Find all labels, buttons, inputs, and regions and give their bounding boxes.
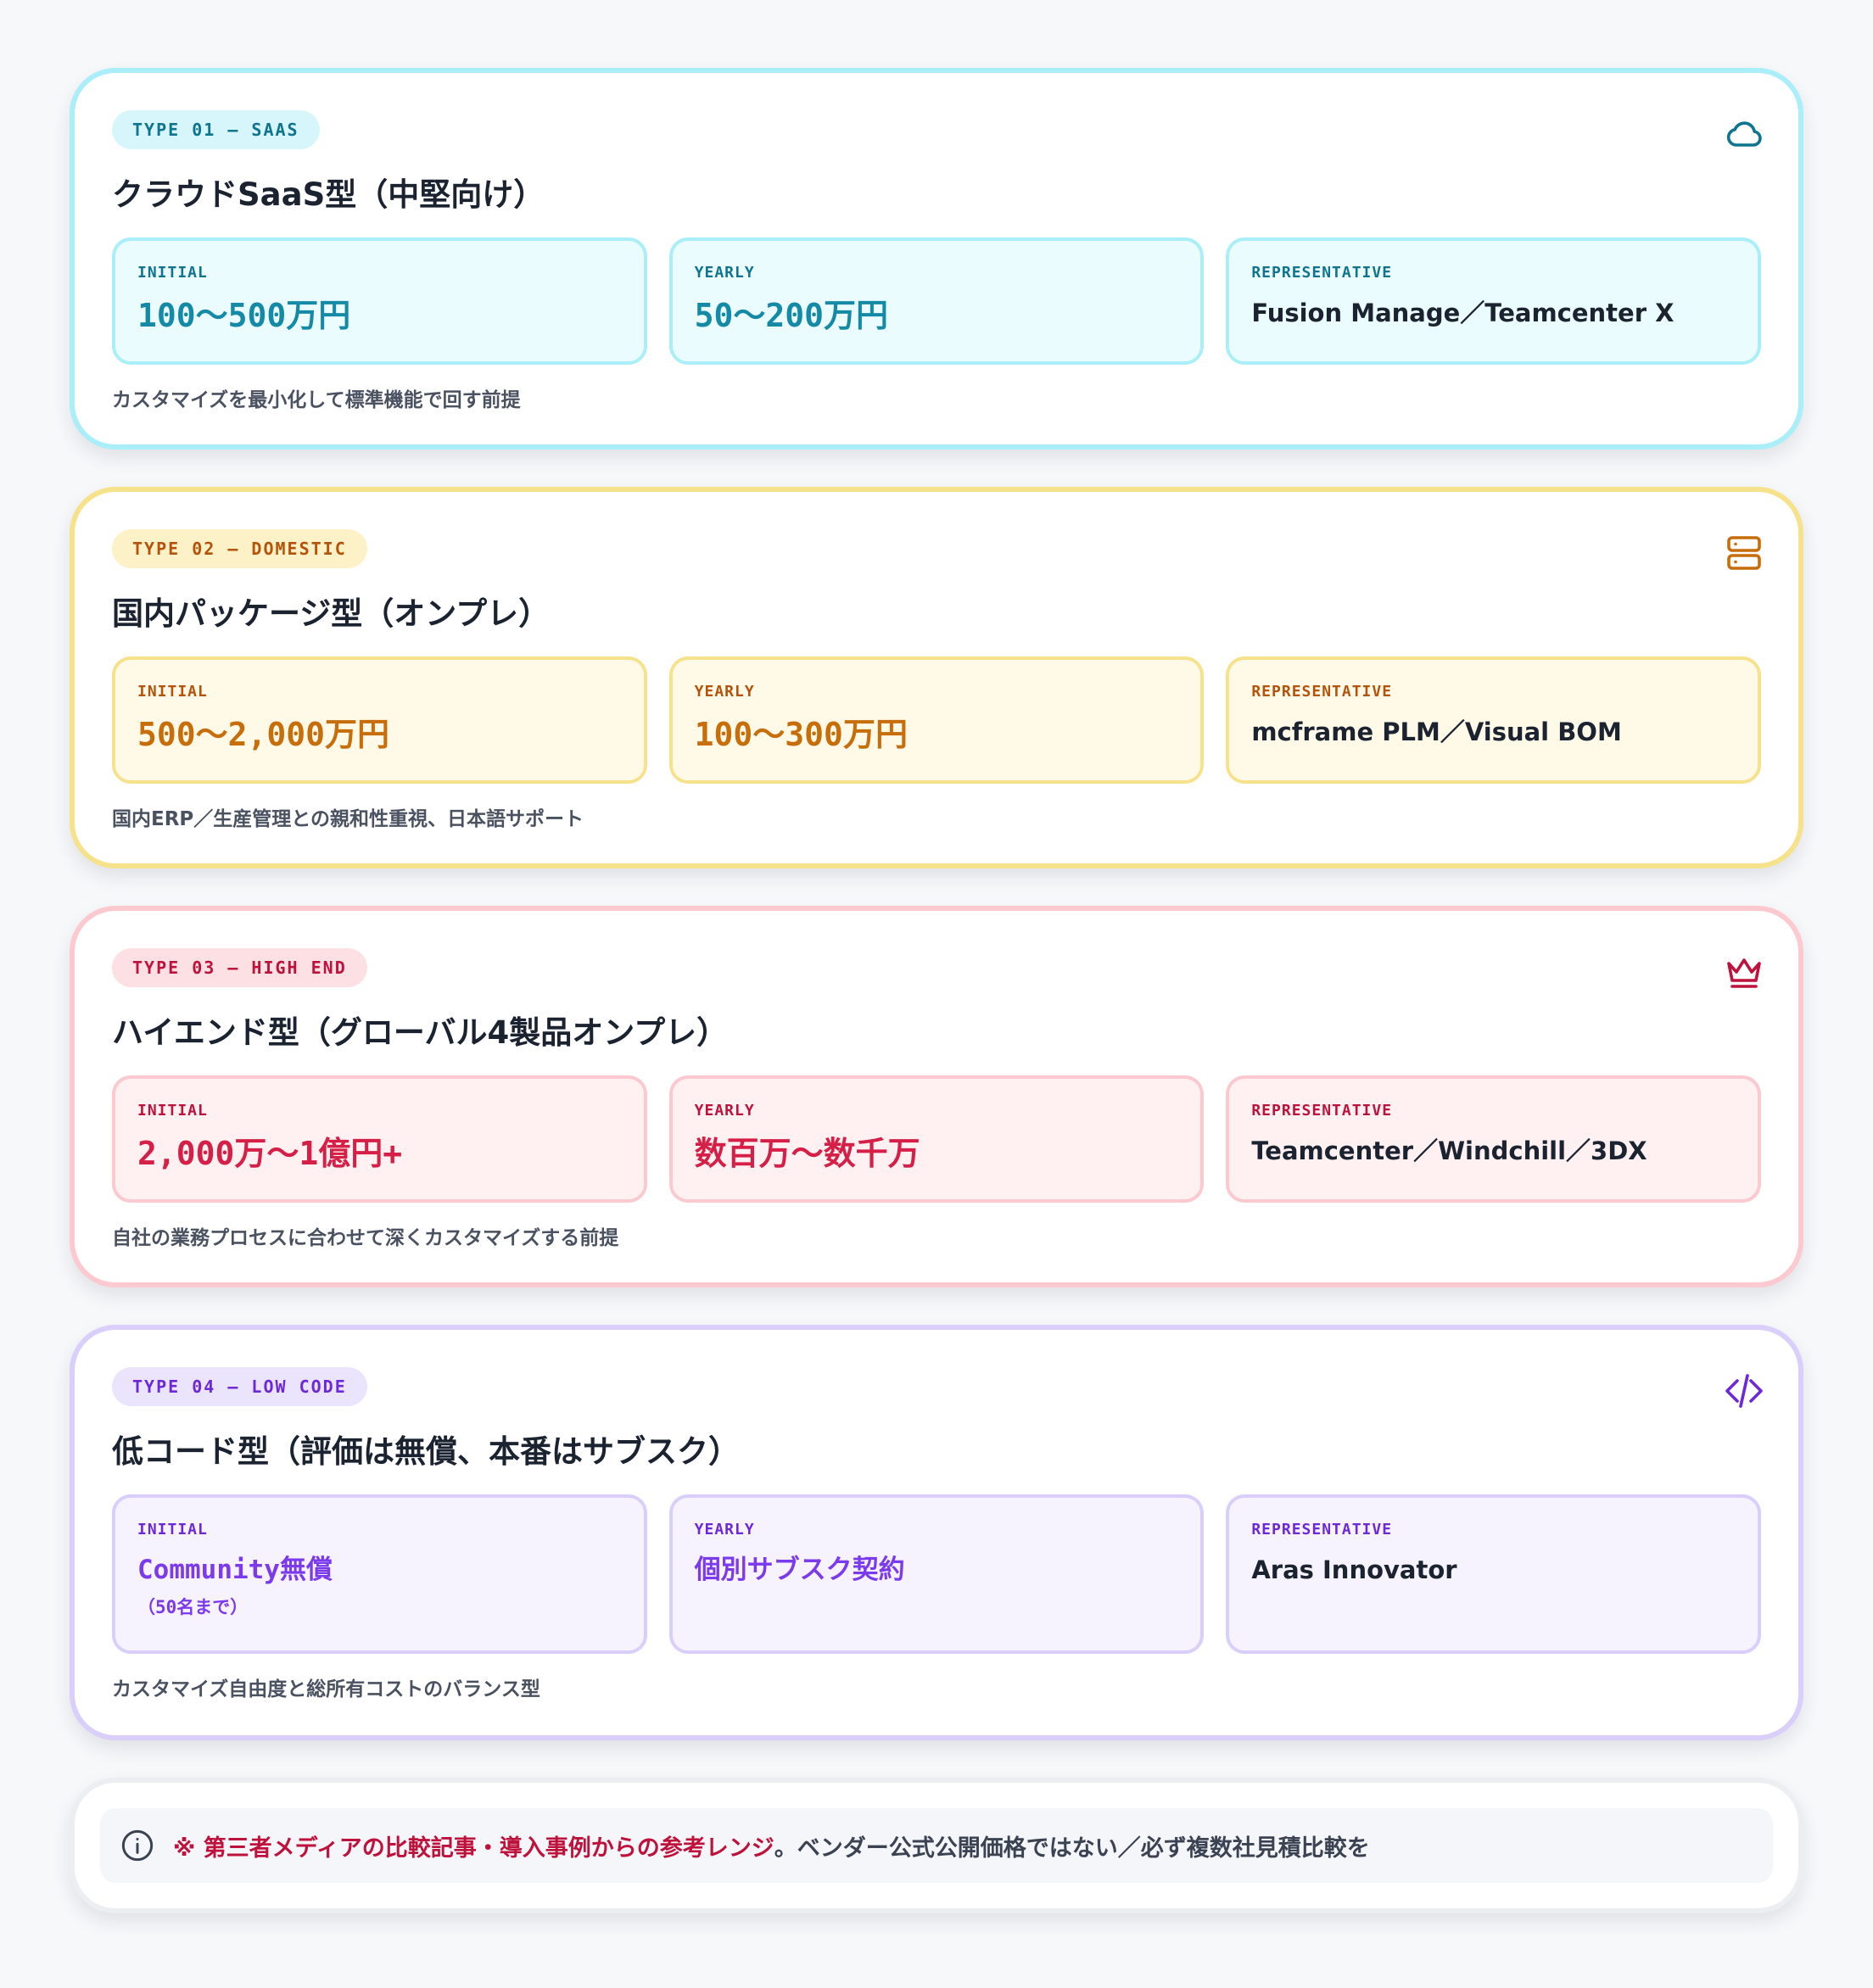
type-badge: TYPE 01 — SAAS: [112, 110, 320, 149]
card-saas: TYPE 01 — SAAS クラウドSaaS型（中堅向け） INITIAL 1…: [70, 68, 1803, 450]
type-badge: TYPE 03 — HIGH END: [112, 948, 367, 987]
yearly-value: 個別サブスク契約: [694, 1555, 905, 1585]
card-title: 国内パッケージ型（オンプレ）: [112, 595, 551, 632]
initial-value: 100〜500万円: [137, 297, 351, 334]
card-note: カスタマイズを最小化して標準機能で回す前提: [112, 389, 521, 411]
card-title: クラウドSaaS型（中堅向け）: [112, 176, 545, 213]
representative-box: REPRESENTATIVE Teamcenter／Windchill／3DX: [1226, 1075, 1762, 1203]
yearly-label: YEARLY: [694, 683, 755, 701]
representative-value: Fusion Manage／Teamcenter X: [1251, 299, 1675, 327]
yearly-value: 数百万〜数千万: [694, 1135, 920, 1172]
initial-box: INITIAL Community無償 （50名まで）: [112, 1494, 647, 1654]
initial-box: INITIAL 2,000万〜1億円+: [112, 1075, 647, 1203]
card-note: 国内ERP／生産管理との親和性重視、日本語サポート: [112, 808, 584, 830]
price-boxes: INITIAL 2,000万〜1億円+ YEARLY 数百万〜数千万 REPRE…: [112, 1075, 1762, 1203]
yearly-value: 50〜200万円: [694, 297, 889, 334]
server-icon: [1727, 536, 1761, 570]
disclaimer-highlight: ※ 第三者メディアの比較記事・導入事例からの参考レンジ: [173, 1834, 774, 1862]
card-low-code: TYPE 04 — LOW CODE 低コード型（評価は無償、本番はサブスク） …: [70, 1325, 1803, 1740]
initial-label: INITIAL: [137, 264, 208, 282]
price-boxes: INITIAL Community無償 （50名まで） YEARLY 個別サブス…: [112, 1494, 1762, 1654]
initial-value: 2,000万〜1億円+: [137, 1135, 403, 1172]
yearly-box: YEARLY 100〜300万円: [668, 656, 1205, 784]
initial-label: INITIAL: [137, 1102, 208, 1120]
representative-value: Aras Innovator: [1251, 1555, 1457, 1584]
card-title: 低コード型（評価は無償、本番はサブスク）: [112, 1433, 740, 1470]
yearly-label: YEARLY: [694, 1102, 755, 1120]
info-icon: [121, 1829, 154, 1862]
card-note: カスタマイズ自由度と総所有コストのバランス型: [112, 1678, 540, 1700]
type-badge: TYPE 04 — LOW CODE: [112, 1367, 367, 1406]
representative-box: REPRESENTATIVE Aras Innovator: [1226, 1494, 1762, 1654]
representative-value: mcframe PLM／Visual BOM: [1251, 718, 1622, 746]
yearly-label: YEARLY: [694, 1521, 755, 1538]
representative-box: REPRESENTATIVE mcframe PLM／Visual BOM: [1226, 656, 1762, 784]
disclaimer-bar: ※ 第三者メディアの比較記事・導入事例からの参考レンジ 。ベンダー公式公開価格では…: [100, 1808, 1773, 1883]
initial-value: 500〜2,000万円: [137, 716, 390, 753]
yearly-value: 100〜300万円: [694, 716, 908, 753]
type-badge: TYPE 02 — DOMESTIC: [112, 529, 367, 568]
initial-value: Community無償: [137, 1555, 333, 1585]
card-title: ハイエンド型（グローバル4製品オンプレ）: [112, 1014, 729, 1051]
representative-label: REPRESENTATIVE: [1251, 683, 1393, 701]
card-domestic: TYPE 02 — DOMESTIC 国内パッケージ型（オンプレ） INITIA…: [70, 487, 1803, 868]
price-boxes: INITIAL 100〜500万円 YEARLY 50〜200万円 REPRES…: [112, 237, 1762, 365]
code-icon: [1725, 1374, 1763, 1408]
card-high-end: TYPE 03 — HIGH END ハイエンド型（グローバル4製品オンプレ） …: [70, 906, 1803, 1287]
initial-box: INITIAL 100〜500万円: [112, 237, 647, 365]
yearly-label: YEARLY: [694, 264, 755, 282]
representative-label: REPRESENTATIVE: [1251, 264, 1393, 282]
crown-icon: [1727, 958, 1761, 988]
yearly-box: YEARLY 数百万〜数千万: [668, 1075, 1205, 1203]
yearly-box: YEARLY 50〜200万円: [668, 237, 1205, 365]
initial-label: INITIAL: [137, 683, 208, 701]
representative-box: REPRESENTATIVE Fusion Manage／Teamcenter …: [1226, 237, 1762, 365]
pricing-cards: TYPE 01 — SAAS クラウドSaaS型（中堅向け） INITIAL 1…: [70, 68, 1803, 1913]
representative-label: REPRESENTATIVE: [1251, 1521, 1393, 1538]
disclaimer-card: ※ 第三者メディアの比較記事・導入事例からの参考レンジ 。ベンダー公式公開価格では…: [70, 1778, 1803, 1913]
initial-label: INITIAL: [137, 1521, 208, 1538]
initial-box: INITIAL 500〜2,000万円: [112, 656, 647, 784]
representative-label: REPRESENTATIVE: [1251, 1102, 1393, 1120]
yearly-box: YEARLY 個別サブスク契約: [668, 1494, 1205, 1654]
cloud-icon: [1726, 121, 1762, 147]
initial-sub: （50名まで）: [137, 1597, 249, 1617]
card-note: 自社の業務プロセスに合わせて深くカスタマイズする前提: [112, 1227, 619, 1249]
price-boxes: INITIAL 500〜2,000万円 YEARLY 100〜300万円 REP…: [112, 656, 1762, 784]
disclaimer-text: 。ベンダー公式公開価格ではない／必ず複数社見積比較を: [774, 1834, 1370, 1862]
representative-value: Teamcenter／Windchill／3DX: [1251, 1136, 1647, 1165]
